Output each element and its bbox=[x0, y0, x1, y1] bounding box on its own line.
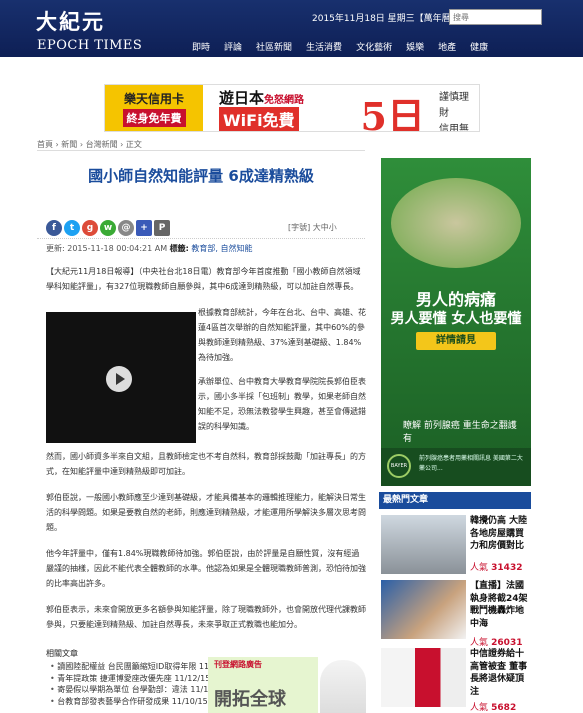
hands-image bbox=[391, 178, 521, 268]
share-bar: f t g w @ + P bbox=[46, 220, 170, 236]
video-player[interactable] bbox=[46, 312, 196, 443]
ad-card-subtitle: 終身免年費 bbox=[122, 108, 186, 127]
side-ad-details-button[interactable]: 詳情請見 bbox=[416, 332, 496, 350]
side-ad-tagline: 瞭解 前列腺癌 重生命之翻護有 bbox=[403, 421, 517, 444]
popular-articles-header: 最熱門文章 bbox=[379, 492, 531, 509]
article-title: 國小師自然知能評量 6成達精熟級 bbox=[88, 167, 314, 185]
related-articles-title: 相關文章 bbox=[46, 649, 78, 658]
popular-views: 人氣 31432 bbox=[470, 563, 523, 573]
facebook-icon[interactable]: f bbox=[46, 220, 62, 236]
google-plus-icon[interactable]: g bbox=[82, 220, 98, 236]
breadcrumb[interactable]: 首頁 › 新聞 › 台灣新聞 › 正文 bbox=[37, 139, 142, 150]
ad-disclaimer: 謹慎理財 信用無價 bbox=[433, 85, 479, 131]
article-paragraph: 他今年評量中，僅有1.84%現職教師待加強。郭伯臣說，由於評量是自願性質，沒有經… bbox=[46, 549, 366, 588]
article-paragraph: 承辦單位、台中教育大學教育學院院長郭伯臣表示，國小多半採「包班制」教學，如果老師… bbox=[198, 377, 366, 431]
ad-wifi-label: WiFi免費 bbox=[219, 107, 299, 131]
inline-ad-label: 刊登網路廣告 bbox=[214, 660, 262, 669]
nav-item-health[interactable]: 健康 bbox=[470, 40, 488, 53]
font-size-control[interactable]: [字號] 大中小 bbox=[288, 222, 337, 233]
divider bbox=[37, 150, 365, 151]
tags-label: 標籤: bbox=[169, 244, 189, 253]
popular-views: 人氣 5682 bbox=[470, 703, 517, 713]
nav-item-lifestyle[interactable]: 生活消費 bbox=[306, 40, 342, 53]
article-paragraph: 郭伯臣表示，未來會開放更多名額參與知能評量，除了現職教師外，也會開放代理代課教師… bbox=[46, 605, 366, 629]
email-icon[interactable]: @ bbox=[118, 220, 134, 236]
site-logo-english[interactable]: EPOCH TIMES bbox=[37, 38, 142, 53]
related-articles-list: 讀國陸配權益 台民團籲縮短ID取得年限 11 青年提政策 捷運博愛座改優先座 1… bbox=[50, 661, 210, 707]
related-article-link[interactable]: 青年提政策 捷運博愛座改優先座 11/12/15 bbox=[50, 673, 210, 685]
date-display: 2015年11月18日 星期三【萬年曆】 bbox=[312, 14, 460, 24]
ad-days-label: 5日 bbox=[360, 94, 425, 132]
popular-thumbnail[interactable] bbox=[381, 580, 466, 639]
popular-thumbnail[interactable] bbox=[381, 648, 466, 707]
divider bbox=[37, 238, 365, 239]
ad-credit-card: 樂天信用卡 終身免年費 bbox=[105, 85, 203, 131]
play-icon[interactable] bbox=[106, 366, 132, 392]
popular-thumbnail[interactable] bbox=[381, 515, 466, 574]
article-paragraph: 然而，國小師資多半來自文組，且教師檢定也不考自然科，教育部採鼓勵「加註專長」的方… bbox=[46, 452, 366, 476]
article-meta: 更新: 2015-11-18 00:04:21 AM 標籤: 教育部, 自然知能 bbox=[46, 243, 253, 254]
article-paragraph: 根據教育部統計，今年在台北、台中、高雄、花蓮4區首次舉辦的自然知能評量，其中60… bbox=[198, 308, 366, 362]
twitter-icon[interactable]: t bbox=[64, 220, 80, 236]
article-paragraph: 【大紀元11月18日報導】（中央社台北18日電）教育部今年首度推動「國小教師自然… bbox=[46, 267, 361, 291]
article-tags[interactable]: 教育部, 自然知能 bbox=[191, 244, 252, 253]
inline-ad-headline: 開拓全球 bbox=[214, 689, 286, 710]
ad-travel-title: 遊日本免怒網路 bbox=[219, 89, 305, 107]
site-header: 大紀元 EPOCH TIMES 2015年11月18日 星期三【萬年曆】 即時 … bbox=[0, 0, 583, 57]
update-time: 更新: 2015-11-18 00:04:21 AM bbox=[46, 244, 168, 253]
nav-item-instant[interactable]: 即時 bbox=[192, 40, 210, 53]
nav-item-realestate[interactable]: 地產 bbox=[438, 40, 456, 53]
share-more-icon[interactable]: + bbox=[136, 220, 152, 236]
wechat-icon[interactable]: w bbox=[100, 220, 116, 236]
ad-card-title: 樂天信用卡 bbox=[123, 91, 184, 106]
side-ad-banner[interactable]: 男人的病痛 男人要懂 女人也要懂 詳情請見 瞭解 前列腺癌 重生命之翻護有 前列… bbox=[381, 158, 531, 486]
inline-ad[interactable]: 刊登網路廣告 開拓全球 bbox=[208, 657, 318, 713]
nav-item-entertainment[interactable]: 娛樂 bbox=[406, 40, 424, 53]
search-input[interactable] bbox=[449, 9, 542, 25]
popular-title[interactable]: 【直播】法國執身將截24架戰鬥機轟炸地中海 bbox=[470, 580, 532, 630]
related-article-link[interactable]: 台教育部發表藝學合作研發成果 11/10/15 bbox=[50, 696, 210, 708]
nav-item-opinion[interactable]: 評論 bbox=[224, 40, 242, 53]
side-ad-headline: 男人的病痛 bbox=[415, 290, 496, 309]
ad-travel: 遊日本免怒網路 WiFi免費 5日 bbox=[203, 85, 433, 131]
bayer-logo-icon: BAYER bbox=[387, 454, 411, 478]
popular-views: 人氣 26031 bbox=[470, 638, 523, 648]
related-article-link[interactable]: 讀國陸配權益 台民團籲縮短ID取得年限 11 bbox=[50, 661, 210, 673]
side-ad-subheadline: 男人要懂 女人也要懂 bbox=[390, 311, 522, 327]
popular-title[interactable]: 中信證券給十高管被查 董事長將退休疑頂注 bbox=[470, 648, 532, 698]
related-article-link[interactable]: 寄晏假以學期為單位 台學勤部：違法 11/1 bbox=[50, 684, 210, 696]
inline-ad-image[interactable] bbox=[320, 660, 366, 713]
nav-item-culture[interactable]: 文化藝術 bbox=[356, 40, 392, 53]
site-logo[interactable]: 大紀元 bbox=[36, 6, 105, 36]
popular-title[interactable]: 韓攪仍高 大陸各地房屋購買力和房價對比 bbox=[470, 515, 532, 553]
top-ad-banner[interactable]: 樂天信用卡 終身免年費 遊日本免怒網路 WiFi免費 5日 謹慎理財 信用無價 bbox=[104, 84, 480, 132]
main-nav: 即時 評論 社區新聞 生活消費 文化藝術 娛樂 地產 健康 bbox=[192, 40, 502, 53]
print-icon[interactable]: P bbox=[154, 220, 170, 236]
nav-item-community[interactable]: 社區新聞 bbox=[256, 40, 292, 53]
article-paragraph: 郭伯臣說，一般國小教師應至少達到基礎級，才能具備基本的邏輯推理能力，能解決日常生… bbox=[46, 493, 366, 532]
